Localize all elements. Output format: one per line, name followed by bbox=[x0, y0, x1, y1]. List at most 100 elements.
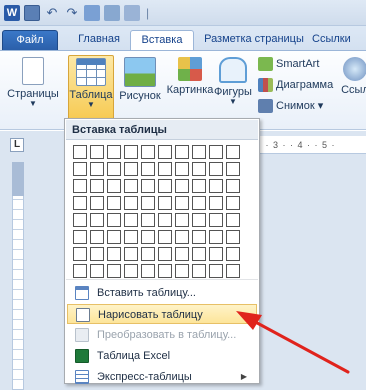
grid-cell[interactable] bbox=[107, 145, 121, 159]
grid-cell[interactable] bbox=[158, 247, 172, 261]
grid-cell[interactable] bbox=[141, 264, 155, 278]
grid-cell[interactable] bbox=[192, 230, 206, 244]
tab-insert[interactable]: Вставка bbox=[130, 30, 194, 51]
grid-cell[interactable] bbox=[158, 264, 172, 278]
grid-cell[interactable] bbox=[141, 247, 155, 261]
grid-cell[interactable] bbox=[90, 145, 104, 159]
links-button[interactable]: Ссыл bbox=[340, 55, 366, 125]
grid-cell[interactable] bbox=[141, 213, 155, 227]
grid-cell[interactable] bbox=[90, 162, 104, 176]
grid-cell[interactable] bbox=[124, 264, 138, 278]
grid-cell[interactable] bbox=[192, 179, 206, 193]
grid-cell[interactable] bbox=[90, 213, 104, 227]
grid-cell[interactable] bbox=[107, 179, 121, 193]
grid-cell[interactable] bbox=[158, 196, 172, 210]
grid-cell[interactable] bbox=[192, 145, 206, 159]
grid-cell[interactable] bbox=[107, 213, 121, 227]
grid-cell[interactable] bbox=[158, 213, 172, 227]
undo-icon[interactable]: ↶ bbox=[44, 5, 60, 21]
grid-cell[interactable] bbox=[226, 247, 240, 261]
grid-cell[interactable] bbox=[73, 145, 87, 159]
grid-cell[interactable] bbox=[107, 264, 121, 278]
redo-icon[interactable]: ↷ bbox=[64, 5, 80, 21]
grid-cell[interactable] bbox=[107, 162, 121, 176]
grid-cell[interactable] bbox=[175, 196, 189, 210]
grid-cell[interactable] bbox=[73, 196, 87, 210]
grid-cell[interactable] bbox=[158, 162, 172, 176]
grid-cell[interactable] bbox=[107, 247, 121, 261]
grid-cell[interactable] bbox=[175, 213, 189, 227]
grid-cell[interactable] bbox=[73, 247, 87, 261]
grid-cell[interactable] bbox=[209, 196, 223, 210]
grid-cell[interactable] bbox=[175, 162, 189, 176]
grid-cell[interactable] bbox=[175, 230, 189, 244]
save-icon[interactable] bbox=[24, 5, 40, 21]
grid-cell[interactable] bbox=[141, 230, 155, 244]
grid-cell[interactable] bbox=[192, 196, 206, 210]
tab-file[interactable]: Файл bbox=[2, 30, 58, 51]
grid-cell[interactable] bbox=[209, 264, 223, 278]
clipart-button[interactable]: Картинка bbox=[166, 55, 214, 125]
quick-tables-item[interactable]: Экспресс-таблицы ▶ bbox=[67, 367, 257, 387]
grid-cell[interactable] bbox=[226, 196, 240, 210]
smartart-button[interactable]: SmartArt bbox=[256, 55, 338, 73]
grid-cell[interactable] bbox=[209, 145, 223, 159]
grid-cell[interactable] bbox=[124, 247, 138, 261]
grid-cell[interactable] bbox=[226, 179, 240, 193]
tab-references[interactable]: Ссылки bbox=[312, 30, 366, 51]
grid-cell[interactable] bbox=[73, 213, 87, 227]
grid-cell[interactable] bbox=[226, 145, 240, 159]
grid-cell[interactable] bbox=[90, 196, 104, 210]
grid-cell[interactable] bbox=[209, 179, 223, 193]
grid-cell[interactable] bbox=[141, 162, 155, 176]
grid-cell[interactable] bbox=[158, 230, 172, 244]
grid-cell[interactable] bbox=[124, 230, 138, 244]
grid-cell[interactable] bbox=[73, 264, 87, 278]
grid-cell[interactable] bbox=[141, 179, 155, 193]
grid-cell[interactable] bbox=[209, 230, 223, 244]
grid-cell[interactable] bbox=[124, 196, 138, 210]
screenshot-button[interactable]: Снимок ▾ bbox=[256, 97, 338, 115]
tab-page-layout[interactable]: Разметка страницы bbox=[198, 30, 310, 51]
grid-cell[interactable] bbox=[107, 230, 121, 244]
table-button[interactable]: Таблица ▼ bbox=[68, 55, 114, 125]
tab-selector-button[interactable]: L bbox=[10, 138, 24, 152]
grid-cell[interactable] bbox=[192, 213, 206, 227]
shapes-button[interactable]: Фигуры ▼ bbox=[214, 55, 252, 125]
grid-cell[interactable] bbox=[192, 247, 206, 261]
draw-table-item[interactable]: Нарисовать таблицу bbox=[67, 304, 257, 324]
grid-cell[interactable] bbox=[175, 179, 189, 193]
grid-cell[interactable] bbox=[141, 145, 155, 159]
grid-cell[interactable] bbox=[124, 145, 138, 159]
grid-cell[interactable] bbox=[124, 179, 138, 193]
pages-button[interactable]: Страницы ▼ bbox=[0, 55, 66, 125]
grid-cell[interactable] bbox=[226, 162, 240, 176]
grid-cell[interactable] bbox=[175, 264, 189, 278]
grid-cell[interactable] bbox=[73, 162, 87, 176]
grid-cell[interactable] bbox=[226, 264, 240, 278]
grid-cell[interactable] bbox=[90, 179, 104, 193]
word-app-icon[interactable]: W bbox=[4, 5, 20, 21]
grid-cell[interactable] bbox=[124, 162, 138, 176]
grid-cell[interactable] bbox=[192, 162, 206, 176]
grid-cell[interactable] bbox=[124, 213, 138, 227]
grid-cell[interactable] bbox=[158, 145, 172, 159]
qat-custom-icon-3[interactable] bbox=[124, 5, 140, 21]
grid-cell[interactable] bbox=[90, 264, 104, 278]
grid-cell[interactable] bbox=[226, 230, 240, 244]
grid-cell[interactable] bbox=[73, 179, 87, 193]
grid-cell[interactable] bbox=[158, 179, 172, 193]
grid-cell[interactable] bbox=[192, 264, 206, 278]
grid-cell[interactable] bbox=[90, 230, 104, 244]
grid-cell[interactable] bbox=[175, 145, 189, 159]
chart-button[interactable]: Диаграмма bbox=[256, 76, 338, 94]
qat-custom-icon-1[interactable] bbox=[84, 5, 100, 21]
insert-table-item[interactable]: Вставить таблицу... bbox=[67, 283, 257, 303]
tab-home[interactable]: Главная bbox=[66, 30, 132, 51]
grid-cell[interactable] bbox=[209, 247, 223, 261]
grid-cell[interactable] bbox=[226, 213, 240, 227]
qat-custom-icon-2[interactable] bbox=[104, 5, 120, 21]
picture-button[interactable]: Рисунок bbox=[116, 55, 164, 125]
excel-table-item[interactable]: Таблица Excel bbox=[67, 346, 257, 366]
grid-cell[interactable] bbox=[175, 247, 189, 261]
